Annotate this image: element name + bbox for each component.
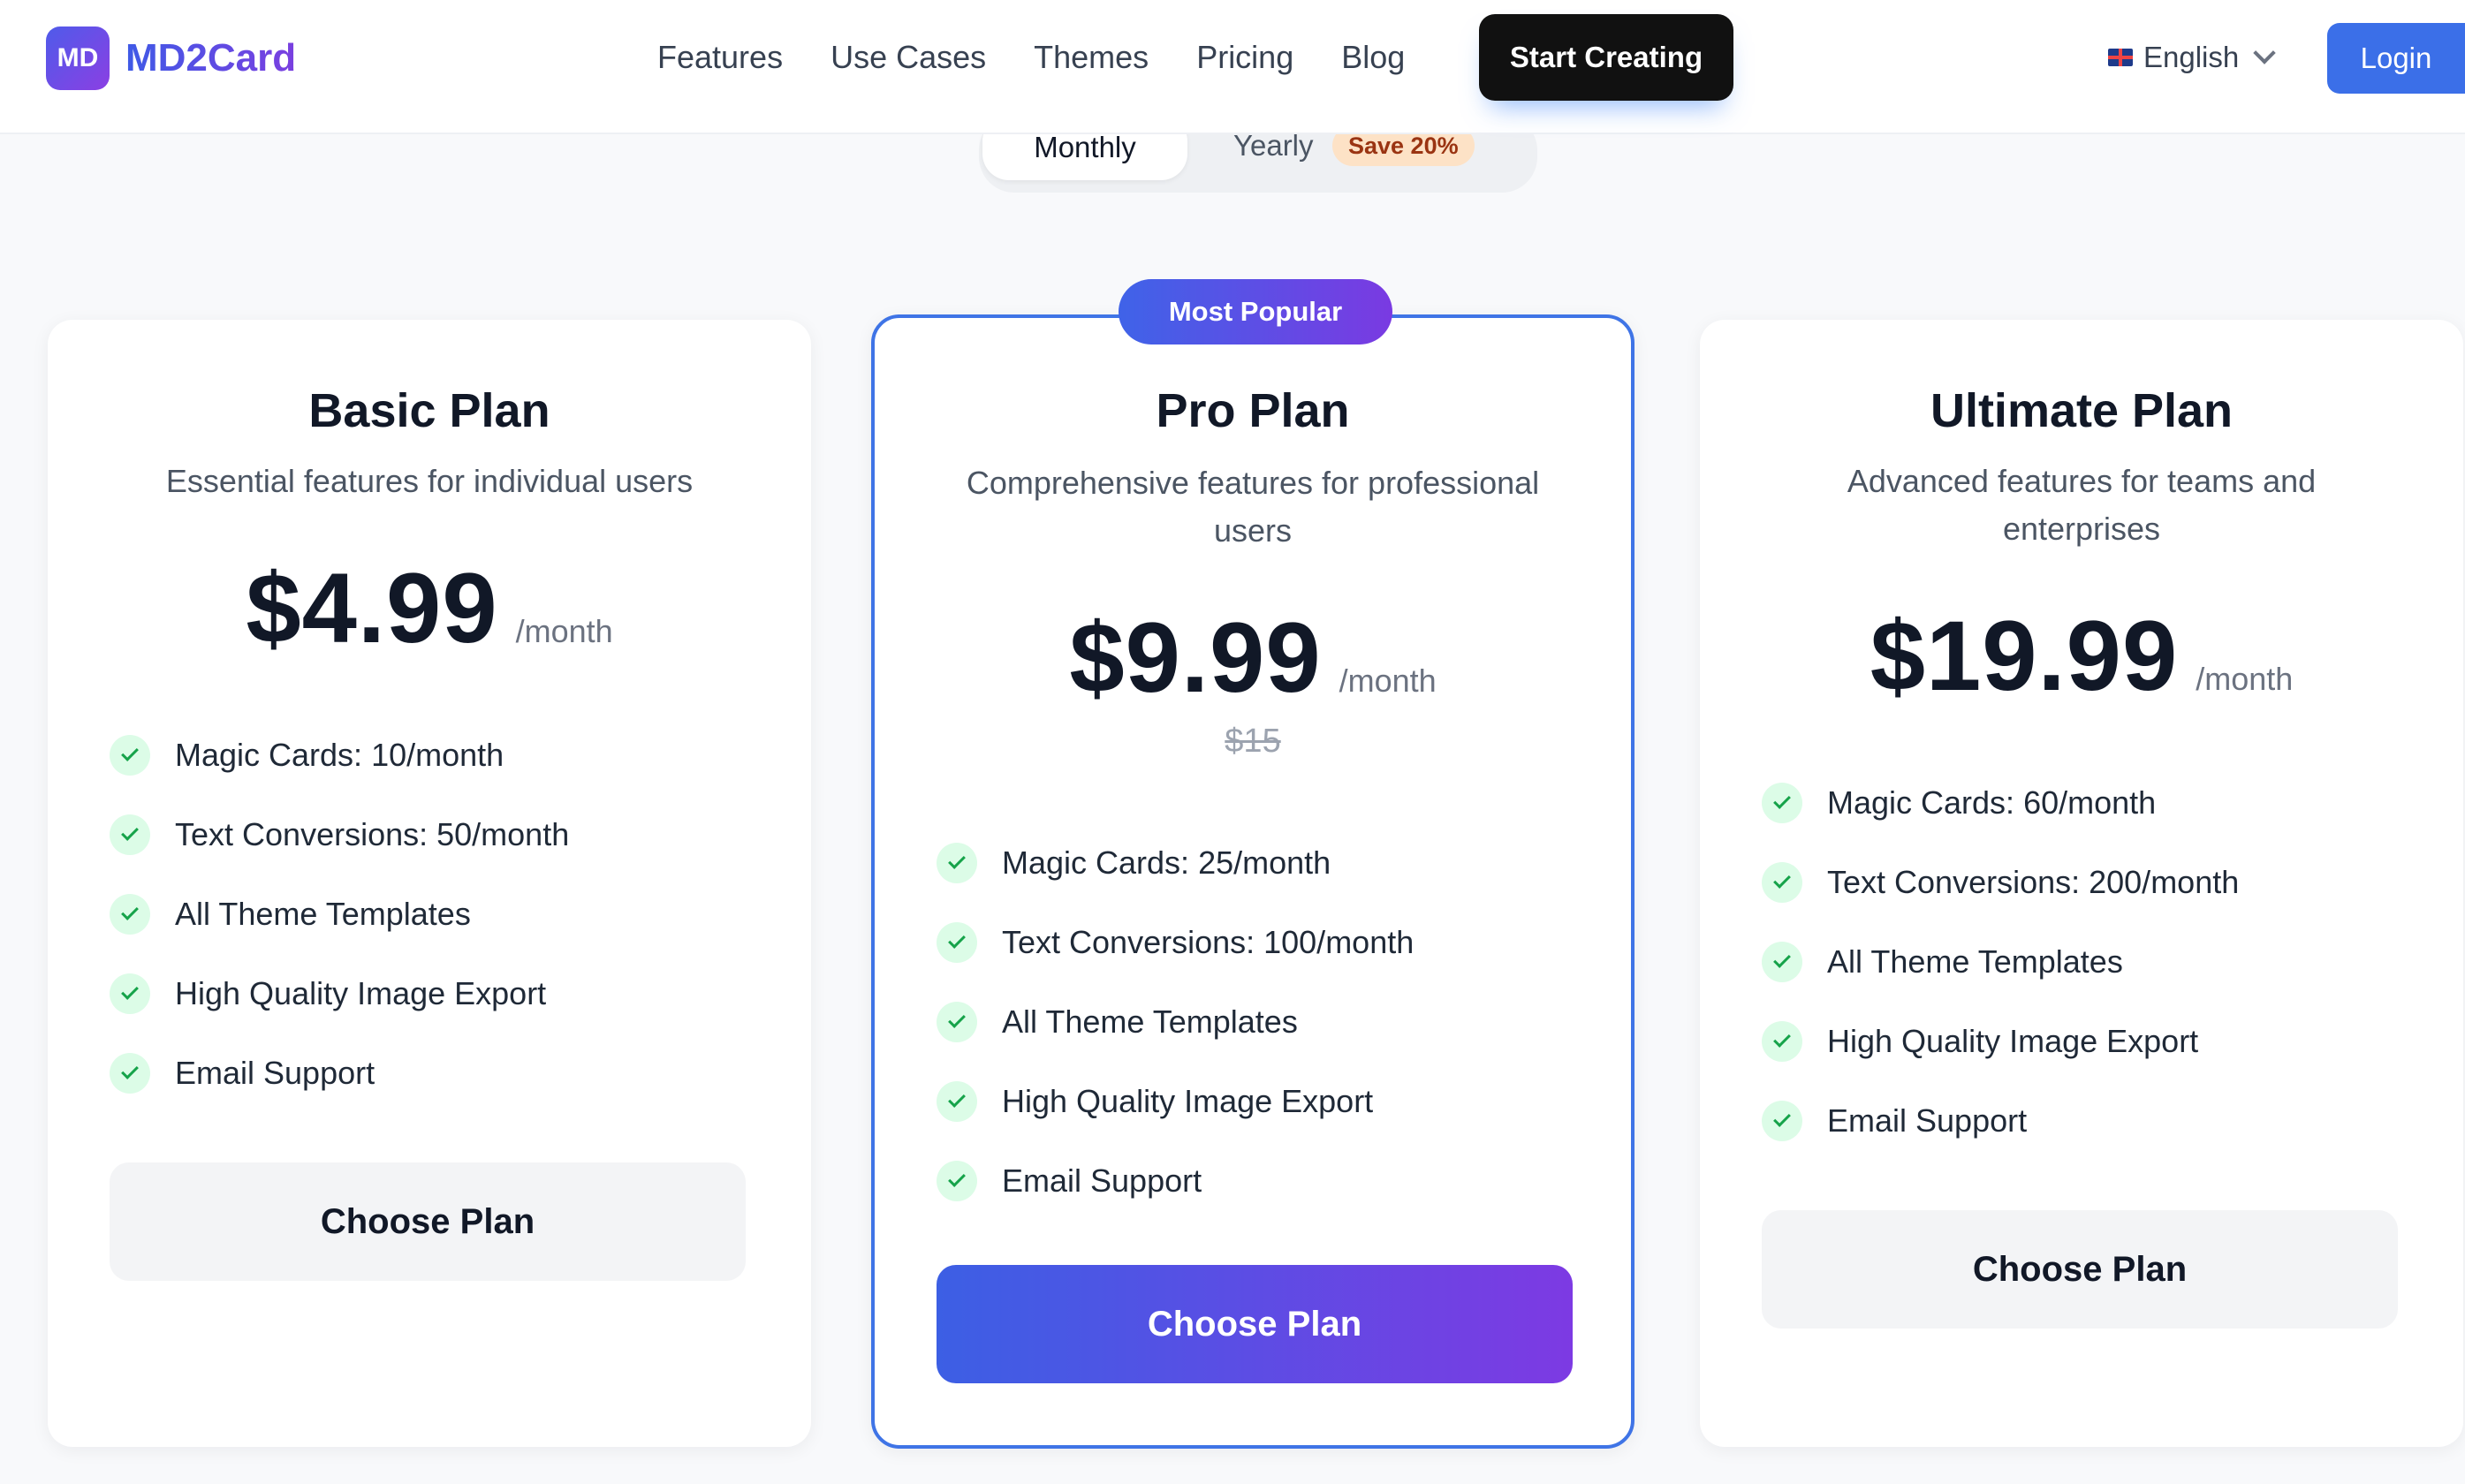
feature-text: High Quality Image Export [175, 975, 547, 1011]
choose-plan-button[interactable]: Choose Plan [1762, 1210, 2398, 1329]
plan-price: $19.99 [1870, 601, 2179, 711]
chevron-down-icon [2253, 42, 2276, 64]
feature-item: Magic Cards: 10/month [110, 716, 569, 795]
check-icon [110, 735, 150, 776]
feature-text: Text Conversions: 100/month [1002, 924, 1415, 960]
brand-name: MD2Card [125, 36, 297, 80]
check-icon [1762, 1101, 1802, 1141]
brand[interactable]: MD MD2Card [46, 26, 296, 90]
feature-item: All Theme Templates [937, 982, 1414, 1062]
check-icon [1762, 1021, 1802, 1062]
feature-text: Magic Cards: 60/month [1827, 784, 2157, 821]
nav-link-features[interactable]: Features [657, 35, 783, 80]
feature-item: High Quality Image Export [937, 1062, 1414, 1141]
check-icon [110, 894, 150, 935]
feature-item: High Quality Image Export [1762, 1002, 2239, 1081]
nav-link-themes[interactable]: Themes [1034, 35, 1149, 80]
feature-text: Email Support [175, 1055, 375, 1091]
plan-card-pro: Pro Plan Comprehensive features for prof… [871, 314, 1634, 1449]
price-row: $19.99 /month [1700, 599, 2463, 713]
nav-link-blog[interactable]: Blog [1341, 35, 1405, 80]
feature-item: High Quality Image Export [110, 954, 569, 1034]
plan-description: Comprehensive features for professional … [966, 465, 1540, 549]
feature-item: Text Conversions: 200/month [1762, 843, 2239, 922]
language-selector[interactable]: English [2108, 35, 2276, 80]
choose-plan-button[interactable]: Choose Plan [110, 1162, 746, 1281]
feature-text: Email Support [1827, 1102, 2028, 1139]
price-period: /month [2196, 661, 2294, 697]
feature-item: Magic Cards: 60/month [1762, 763, 2239, 843]
price-row: $9.99 /month [875, 601, 1631, 715]
feature-item: Email Support [937, 1141, 1414, 1221]
most-popular-badge: Most Popular [1119, 279, 1392, 344]
top-navbar: MD MD2Card Features Use Cases Themes Pri… [0, 0, 2465, 134]
check-icon [937, 1002, 977, 1042]
feature-text: Magic Cards: 25/month [1002, 844, 1331, 881]
feature-text: Text Conversions: 200/month [1827, 864, 2240, 900]
feature-text: High Quality Image Export [1002, 1083, 1374, 1119]
plan-card-ultimate: Ultimate Plan Advanced features for team… [1700, 320, 2463, 1447]
feature-item: Text Conversions: 50/month [110, 795, 569, 874]
feature-text: Magic Cards: 10/month [175, 737, 504, 773]
plan-card-basic: Basic Plan Essential features for indivi… [48, 320, 811, 1447]
nav-link-pricing[interactable]: Pricing [1196, 35, 1293, 80]
check-icon [1762, 783, 1802, 823]
feature-text: High Quality Image Export [1827, 1023, 2199, 1059]
price-period: /month [515, 613, 613, 649]
check-icon [110, 973, 150, 1014]
check-icon [1762, 942, 1802, 982]
feature-list: Magic Cards: 25/month Text Conversions: … [937, 823, 1414, 1221]
feature-item: Email Support [1762, 1081, 2239, 1161]
feature-item: Text Conversions: 100/month [937, 903, 1414, 982]
plan-price: $9.99 [1069, 602, 1322, 713]
language-label: English [2143, 41, 2240, 73]
nav-links: Features Use Cases Themes Pricing Blog [657, 35, 1452, 80]
plan-description: Advanced features for teams and enterpri… [1847, 463, 2317, 547]
nav-link-use-cases[interactable]: Use Cases [831, 35, 986, 80]
plan-name: Ultimate Plan [1930, 384, 2234, 437]
uk-flag-icon [2108, 49, 2133, 66]
feature-item: All Theme Templates [110, 874, 569, 954]
check-icon [937, 843, 977, 883]
check-icon [937, 1161, 977, 1201]
login-button[interactable]: Login [2327, 23, 2465, 94]
choose-plan-button-primary[interactable]: Choose Plan [937, 1265, 1573, 1383]
feature-text: Text Conversions: 50/month [175, 816, 570, 852]
plan-name: Pro Plan [1156, 384, 1350, 437]
feature-text: All Theme Templates [175, 896, 471, 932]
brand-logo: MD [46, 26, 110, 90]
feature-item: Magic Cards: 25/month [937, 823, 1414, 903]
feature-list: Magic Cards: 10/month Text Conversions: … [110, 716, 569, 1113]
feature-text: Email Support [1002, 1162, 1202, 1199]
check-icon [110, 1053, 150, 1094]
feature-item: Email Support [110, 1034, 569, 1113]
plan-name: Basic Plan [308, 384, 550, 437]
plan-price: $4.99 [246, 553, 498, 663]
check-icon [1762, 862, 1802, 903]
feature-text: All Theme Templates [1002, 1003, 1298, 1040]
original-price: $15 [1225, 723, 1281, 760]
start-creating-button[interactable]: Start Creating [1479, 14, 1733, 101]
feature-item: All Theme Templates [1762, 922, 2239, 1002]
feature-text: All Theme Templates [1827, 943, 2123, 980]
check-icon [937, 1081, 977, 1122]
price-period: /month [1339, 662, 1437, 699]
feature-list: Magic Cards: 60/month Text Conversions: … [1762, 763, 2239, 1161]
check-icon [937, 922, 977, 963]
price-row: $4.99 /month [48, 551, 811, 665]
plan-description: Essential features for individual users [165, 463, 694, 499]
check-icon [110, 814, 150, 855]
